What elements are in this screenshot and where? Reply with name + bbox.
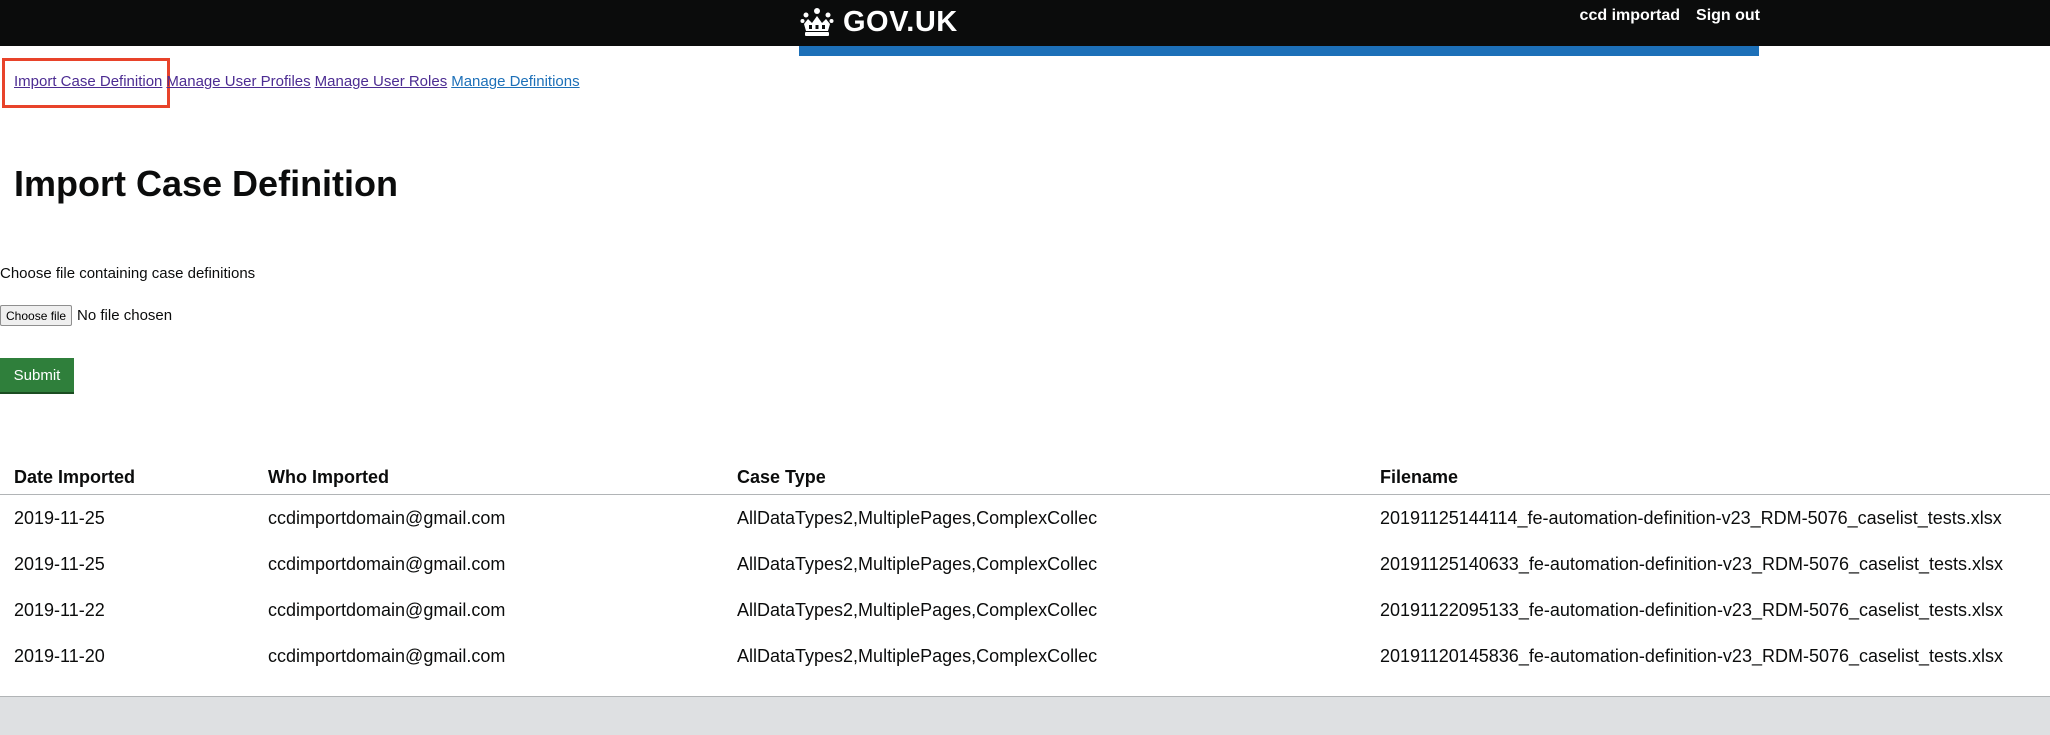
table-header-row: Date Imported Who Imported Case Type Fil… xyxy=(0,460,2050,495)
user-name: ccd importad xyxy=(1579,7,1681,24)
logo-text: GOV.UK xyxy=(843,5,958,38)
table-row: 2019-11-20 ccdimportdomain@gmail.com All… xyxy=(0,633,2050,679)
nav-manage-user-roles[interactable]: Manage User Roles xyxy=(315,73,448,90)
cell-filename: 20191125140633_fe-automation-definition-… xyxy=(1380,553,2004,574)
cell-case-type: AllDataTypes2,MultiplePages,ComplexColle… xyxy=(737,553,1098,574)
cell-case-type: AllDataTypes2,MultiplePages,ComplexColle… xyxy=(737,507,1098,528)
column-header-date: Date Imported xyxy=(0,460,268,495)
cell-date: 2019-11-20 xyxy=(14,645,105,666)
table-row: 2019-11-25 ccdimportdomain@gmail.com All… xyxy=(0,495,2050,542)
cell-filename: 20191120145836_fe-automation-definition-… xyxy=(1380,645,2004,666)
cell-who: ccdimportdomain@gmail.com xyxy=(268,599,506,620)
cell-case-type: AllDataTypes2,MultiplePages,ComplexColle… xyxy=(737,599,1098,620)
file-input-label: Choose file containing case definitions xyxy=(0,265,256,282)
cell-case-type: AllDataTypes2,MultiplePages,ComplexColle… xyxy=(737,645,1098,666)
user-links: ccd importad Sign out xyxy=(1580,7,1760,25)
cell-date: 2019-11-22 xyxy=(14,599,105,620)
choose-file-button[interactable]: Choose file xyxy=(0,305,73,326)
column-header-case-type: Case Type xyxy=(737,460,1380,495)
submit-button[interactable]: Submit xyxy=(0,358,74,392)
import-history-table: Date Imported Who Imported Case Type Fil… xyxy=(0,460,2050,679)
site-header: GOV.UK ccd importad Sign out xyxy=(0,0,2050,46)
cell-who: ccdimportdomain@gmail.com xyxy=(268,645,506,666)
cell-filename: 20191125144114_fe-automation-definition-… xyxy=(1380,507,2002,528)
page-footer xyxy=(0,696,2050,735)
file-input: Choose file No file chosen xyxy=(0,305,172,326)
cell-date: 2019-11-25 xyxy=(14,553,105,574)
table-row: 2019-11-22 ccdimportdomain@gmail.com All… xyxy=(0,587,2050,633)
table-row: 2019-11-25 ccdimportdomain@gmail.com All… xyxy=(0,541,2050,587)
sign-out-link[interactable]: Sign out xyxy=(1696,7,1760,25)
cell-date: 2019-11-25 xyxy=(14,507,105,528)
nav-import-case-definition[interactable]: Import Case Definition xyxy=(14,73,162,90)
header-accent-bar xyxy=(799,46,1759,56)
nav-manage-user-profiles[interactable]: Manage User Profiles xyxy=(166,73,310,90)
column-header-filename: Filename xyxy=(1380,460,2050,495)
nav-manage-definitions[interactable]: Manage Definitions xyxy=(451,73,579,90)
govuk-logo-link[interactable]: GOV.UK xyxy=(800,4,958,40)
column-header-who: Who Imported xyxy=(268,460,737,495)
cell-filename: 20191122095133_fe-automation-definition-… xyxy=(1380,599,2004,620)
cell-who: ccdimportdomain@gmail.com xyxy=(268,553,506,574)
no-file-text: No file chosen xyxy=(77,307,173,324)
cell-who: ccdimportdomain@gmail.com xyxy=(268,507,506,528)
main-nav: Import Case Definition Manage User Profi… xyxy=(14,73,580,90)
page-title: Import Case Definition xyxy=(14,163,399,204)
crown-icon xyxy=(800,8,834,36)
